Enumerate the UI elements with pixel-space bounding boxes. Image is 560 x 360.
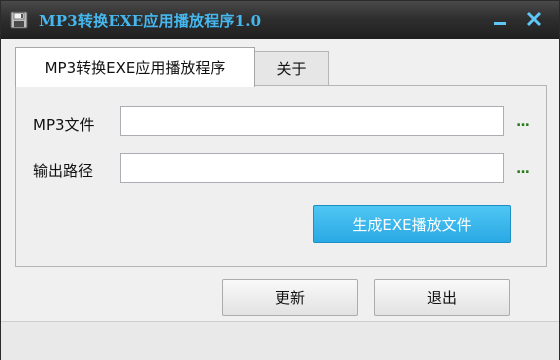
mp3-file-label: MP3文件 xyxy=(33,116,95,134)
mp3-file-input[interactable] xyxy=(120,106,504,136)
minimize-icon[interactable] xyxy=(489,9,511,29)
browse-mp3-button[interactable]: ... xyxy=(516,115,534,130)
refresh-button[interactable]: 更新 xyxy=(222,279,358,316)
tab-converter[interactable]: MP3转换EXE应用播放程序 xyxy=(15,47,255,87)
floppy-disk-icon xyxy=(10,11,28,29)
output-path-input[interactable] xyxy=(120,153,504,183)
tab-about[interactable]: 关于 xyxy=(255,51,329,85)
output-path-label: 输出路径 xyxy=(33,162,94,180)
browse-output-button[interactable]: ... xyxy=(516,162,534,177)
generate-exe-button[interactable]: 生成EXE播放文件 xyxy=(313,205,511,243)
close-icon[interactable] xyxy=(523,9,545,29)
status-bar xyxy=(1,321,559,360)
exit-button[interactable]: 退出 xyxy=(374,279,510,316)
title-bar[interactable]: MP3转换EXE应用播放程序1.0 xyxy=(1,1,559,39)
window-title: MP3转换EXE应用播放程序1.0 xyxy=(39,12,262,30)
converter-panel: MP3文件 ... 输出路径 ... 生成EXE播放文件 xyxy=(15,85,547,267)
app-window: MP3转换EXE应用播放程序1.0 MP3转换EXE应用播放程序 关于 MP3文… xyxy=(0,0,560,360)
